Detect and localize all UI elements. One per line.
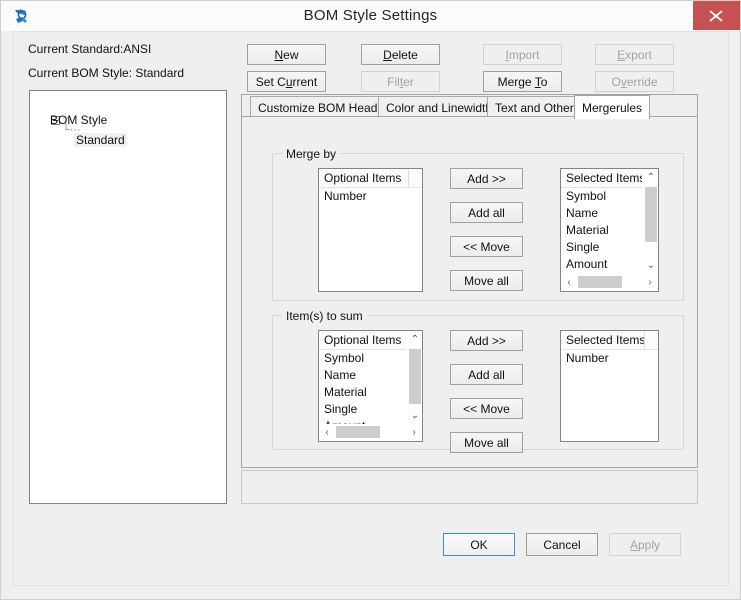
merge-by-optional-items-list[interactable]: Optional Items Number (318, 168, 423, 292)
scroll-left-icon[interactable]: ‹ (319, 424, 335, 441)
override-button[interactable]: Override (595, 71, 674, 92)
items-to-sum-group: Item(s) to sum Optional Items Symbol Nam… (272, 309, 684, 453)
merge-by-selected-items-container: Symbol Name Material Single Amount Remar… (561, 188, 642, 274)
dialog-body: Current Standard:ANSI Current BOM Style:… (13, 31, 729, 586)
scroll-down-icon[interactable]: ⌄ (643, 257, 658, 274)
override-button-label-tail: erride (626, 74, 658, 89)
bom-style-settings-dialog: BOM Style Settings Current Standard:ANSI… (0, 0, 741, 600)
list-item[interactable]: Name (319, 367, 406, 384)
tab-color-and-linewidth[interactable]: Color and Linewidth (378, 96, 501, 118)
merge-by-selected-vertical-scrollbar[interactable]: ⌃ ⌄ (642, 169, 658, 274)
title-bar: BOM Style Settings (1, 1, 740, 31)
list-item[interactable]: Symbol (561, 188, 642, 205)
apply-button[interactable]: Apply (609, 533, 681, 556)
filter-button-label-tail: er (403, 74, 414, 89)
tree-item-standard-label: Standard (74, 133, 127, 147)
list-item[interactable]: Number (561, 350, 658, 367)
items-to-sum-optional-vertical-scrollbar[interactable]: ⌃ ⌄ (406, 331, 422, 424)
merge-to-button-label-tail: o (540, 74, 548, 89)
merge-by-group-title: Merge by (282, 147, 341, 161)
items-to-sum-optional-items-container: Symbol Name Material Single Amount Remar… (319, 350, 406, 424)
items-to-sum-selected-items-list[interactable]: Selected Items Number (560, 330, 659, 442)
scroll-right-icon[interactable]: › (406, 424, 422, 441)
horizontal-scroll-thumb[interactable] (336, 426, 380, 438)
set-current-button-label: Set C (255, 74, 286, 89)
vertical-scroll-thumb[interactable] (409, 349, 421, 404)
merge-by-add-button[interactable]: Add >> (450, 168, 523, 189)
tree-item-standard[interactable]: Standard (74, 133, 127, 147)
set-current-button[interactable]: Set Current (247, 71, 326, 92)
import-button[interactable]: Import (483, 44, 562, 65)
current-standard-label: Current Standard:ANSI (28, 42, 152, 56)
apply-button-label: pply (638, 537, 661, 552)
settings-tab-control: Customize BOM Header Color and Linewidth… (241, 94, 698, 468)
merge-by-selected-items-header: Selected Items (561, 169, 645, 188)
merge-by-group: Merge by Optional Items Number Add >> Ad… (272, 147, 684, 301)
merge-to-button-label: Merge (497, 74, 535, 89)
import-button-label: mport (508, 47, 540, 62)
list-item[interactable]: Symbol (319, 350, 406, 367)
merge-to-button[interactable]: Merge To (483, 71, 562, 92)
filter-button[interactable]: Filter (361, 71, 440, 92)
cancel-button[interactable]: Cancel (526, 533, 598, 556)
close-button[interactable] (693, 1, 740, 30)
scroll-left-icon[interactable]: ‹ (561, 274, 577, 291)
lower-info-panel (241, 470, 698, 504)
merge-by-move-button[interactable]: << Move (450, 236, 523, 257)
current-bom-style-label: Current BOM Style: Standard (28, 66, 185, 80)
list-item[interactable]: Single (561, 239, 642, 256)
bom-style-tree[interactable]: ·· BOM Style └··· Standard (29, 90, 227, 504)
merge-by-optional-column-divider (408, 170, 409, 187)
items-to-sum-add-all-button[interactable]: Add all (450, 364, 523, 385)
set-current-button-label-tail: rrent (292, 74, 318, 89)
list-item[interactable]: Number (319, 188, 422, 205)
list-item[interactable]: Single (319, 401, 406, 418)
tab-mergerules[interactable]: Mergerules (574, 95, 651, 119)
list-item[interactable]: Material (561, 222, 642, 239)
scroll-down-icon[interactable]: ⌄ (407, 407, 422, 424)
scroll-right-icon[interactable]: › (642, 274, 658, 291)
list-item[interactable]: Amount (561, 256, 642, 273)
merge-by-selected-items-list[interactable]: Selected Items Symbol Name Material Sing… (560, 168, 659, 292)
scroll-up-icon[interactable]: ⌃ (407, 331, 422, 348)
items-to-sum-add-button[interactable]: Add >> (450, 330, 523, 351)
vertical-scroll-thumb[interactable] (645, 187, 657, 242)
items-to-sum-group-title: Item(s) to sum (282, 309, 367, 323)
delete-button-label: elete (391, 47, 418, 62)
merge-by-optional-items-container: Number (319, 188, 422, 291)
list-item[interactable]: Name (561, 205, 642, 222)
tab-customize-bom-header[interactable]: Customize BOM Header (250, 96, 397, 118)
tab-text-and-others[interactable]: Text and Others (487, 96, 588, 118)
scroll-up-icon[interactable]: ⌃ (643, 169, 658, 186)
items-to-sum-move-all-button[interactable]: Move all (450, 432, 523, 453)
apply-button-accel: A (629, 537, 638, 552)
tab-strip: Customize BOM Header Color and Linewidth… (241, 94, 698, 119)
items-to-sum-optional-items-list[interactable]: Optional Items Symbol Name Material Sing… (318, 330, 423, 442)
window-title: BOM Style Settings (303, 7, 438, 24)
merge-by-add-all-button[interactable]: Add all (450, 202, 523, 223)
horizontal-scroll-thumb[interactable] (578, 276, 622, 288)
override-button-label: O (611, 74, 621, 89)
mergerules-panel: Merge by Optional Items Number Add >> Ad… (241, 116, 698, 468)
export-button-label: xport (625, 47, 652, 62)
items-to-sum-selected-items-container: Number (561, 350, 658, 441)
items-to-sum-selected-column-divider (644, 332, 645, 349)
set-current-button-accel: u (285, 74, 293, 89)
items-to-sum-optional-horizontal-scrollbar[interactable]: ‹ › (319, 424, 422, 441)
merge-by-move-all-button[interactable]: Move all (450, 270, 523, 291)
export-button[interactable]: Export (595, 44, 674, 65)
list-item[interactable]: Material (319, 384, 406, 401)
new-button-label: ew (283, 47, 299, 62)
filter-button-label: Fil (387, 74, 400, 89)
export-button-accel: E (617, 47, 626, 62)
ok-button[interactable]: OK (443, 533, 515, 556)
merge-by-selected-horizontal-scrollbar[interactable]: ‹ › (561, 274, 658, 291)
items-to-sum-optional-items-header: Optional Items (319, 331, 406, 350)
delete-button[interactable]: Delete (361, 44, 440, 65)
delete-button-accel: D (383, 47, 392, 62)
items-to-sum-move-button[interactable]: << Move (450, 398, 523, 419)
new-button[interactable]: New (247, 44, 326, 65)
new-button-accel: N (274, 47, 284, 62)
